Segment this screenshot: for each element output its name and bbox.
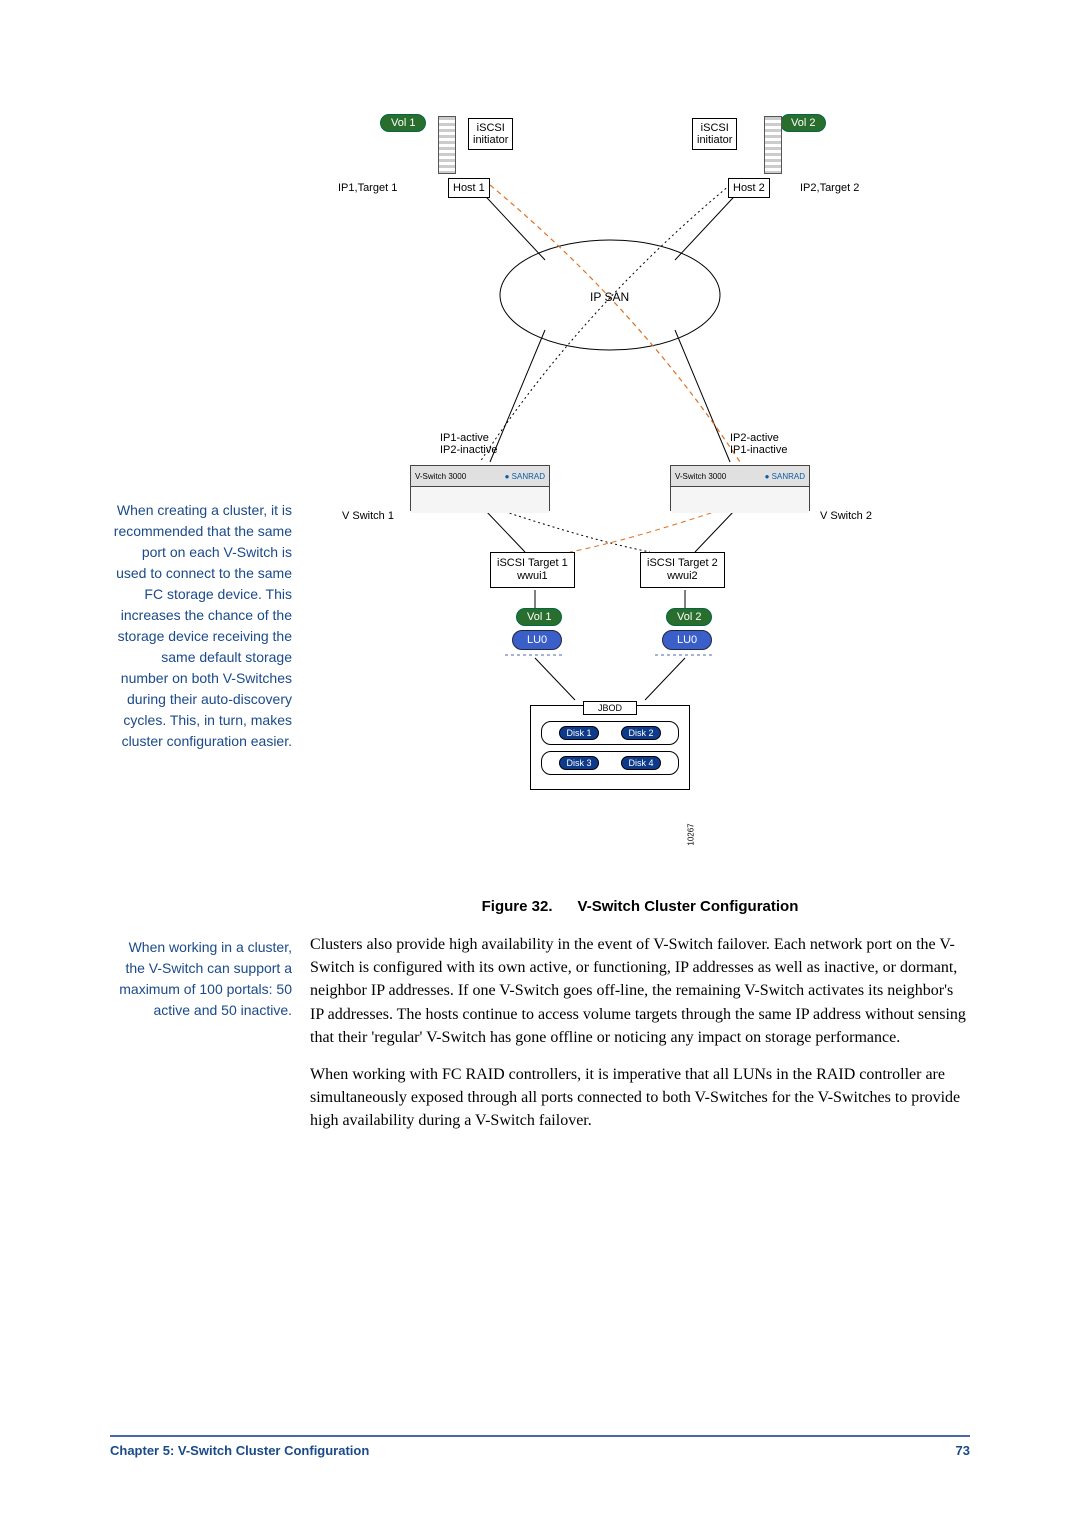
vol1-pill-mid: Vol 1 [516, 608, 562, 626]
host1-label: Host 1 [448, 178, 490, 198]
vswitch2-box: V-Switch 3000● SANRAD [670, 465, 810, 511]
disk4-label: Disk 4 [621, 756, 660, 770]
sidenote-text-2: When working in a cluster, the V-Switch … [119, 939, 292, 1018]
vswitch1-box: V-Switch 3000● SANRAD [410, 465, 550, 511]
disk3-label: Disk 3 [559, 756, 598, 770]
iscsi-initiator-1: iSCSI initiator [468, 118, 513, 150]
host1-tower-icon [438, 116, 456, 174]
sidenote-text: When creating a cluster, it is recommend… [114, 502, 292, 749]
vol2-pill-top: Vol 2 [780, 114, 826, 132]
figure-number: Figure 32. [482, 898, 553, 915]
ip2-inactive-label: IP2-inactive [440, 444, 497, 456]
ip1-target1-label: IP1,Target 1 [338, 182, 397, 194]
footer-chapter: Chapter 5: V-Switch Cluster Configuratio… [110, 1443, 369, 1458]
figure-title: V-Switch Cluster Configuration [578, 898, 799, 915]
lu0-pill-2: LU0 [662, 630, 712, 650]
wwui2-label: wwui2 [647, 570, 718, 583]
vswitch2-label: V Switch 2 [820, 510, 872, 522]
jbod-label: JBOD [583, 701, 637, 715]
ip2-active-label: IP2-active [730, 432, 787, 444]
body-paragraph-2: When working with FC RAID controllers, i… [310, 1063, 970, 1133]
cluster-diagram: Vol 1 Vol 2 iSCSI initiator iSCSI initia… [330, 110, 890, 870]
host2-label: Host 2 [728, 178, 770, 198]
ipsan-label: IP SAN [590, 290, 629, 304]
target2-label: iSCSI Target 2 [647, 557, 718, 570]
disk1-label: Disk 1 [559, 726, 598, 740]
disk2-label: Disk 2 [621, 726, 660, 740]
vol1-pill-top: Vol 1 [380, 114, 426, 132]
host2-tower-icon [764, 116, 782, 174]
ip1-active-label: IP1-active [440, 432, 497, 444]
footer-page-number: 73 [956, 1443, 970, 1458]
wwui1-label: wwui1 [497, 570, 568, 583]
figure-id: 10267 [687, 823, 696, 845]
figure-caption: Figure 32. V-Switch Cluster Configuratio… [310, 898, 970, 915]
lu0-pill-1: LU0 [512, 630, 562, 650]
vol2-pill-mid: Vol 2 [666, 608, 712, 626]
target1-label: iSCSI Target 1 [497, 557, 568, 570]
ip2-target2-label: IP2,Target 2 [800, 182, 859, 194]
page-footer: Chapter 5: V-Switch Cluster Configuratio… [110, 1435, 970, 1458]
ip1-inactive-label: IP1-inactive [730, 444, 787, 456]
body-paragraph-1: Clusters also provide high availability … [310, 933, 970, 1049]
vswitch1-label: V Switch 1 [342, 510, 394, 522]
iscsi-initiator-2: iSCSI initiator [692, 118, 737, 150]
